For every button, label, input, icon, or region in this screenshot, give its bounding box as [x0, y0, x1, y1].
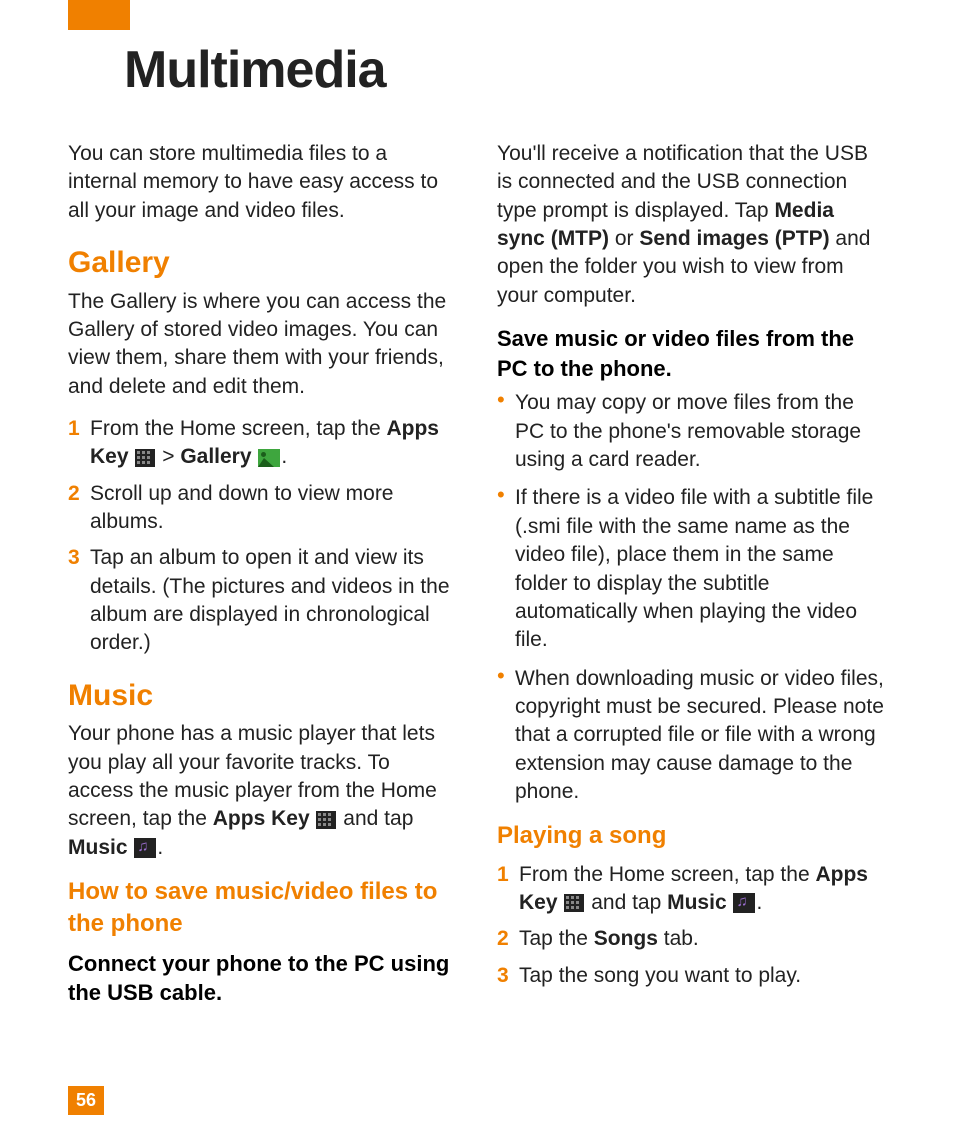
text: and tap [585, 891, 667, 914]
text: . [666, 356, 672, 381]
list-item: When downloading music or video files, c… [497, 665, 886, 807]
save-from-pc-subheading: Save music or video files from the PC to… [497, 324, 886, 383]
list-item: If there is a video file with a subtitle… [497, 484, 886, 654]
step-text: Tap an album to open it and view its det… [90, 546, 450, 654]
save-to-phone-heading: How to save music/video files to the pho… [68, 876, 457, 941]
text: and tap [337, 807, 413, 830]
step-number: 2 [68, 480, 80, 508]
step-text: Scroll up and down to view more albums. [90, 482, 394, 533]
page-number: 56 [68, 1086, 104, 1115]
gallery-steps: 1 From the Home screen, tap the Apps Key… [68, 415, 457, 658]
list-item: 2 Scroll up and down to view more albums. [68, 480, 457, 537]
step-number: 1 [68, 415, 80, 443]
gallery-label: Gallery [180, 445, 251, 468]
step-end: . [281, 445, 287, 468]
apps-icon [135, 449, 155, 467]
step-text: Tap the song you want to play. [519, 964, 801, 987]
music-intro: Your phone has a music player that lets … [68, 720, 457, 862]
list-item: 2 Tap the Songs tab. [497, 925, 886, 953]
music-icon [733, 893, 755, 913]
music-heading: Music [68, 676, 457, 717]
text: . [756, 891, 762, 914]
apps-icon [316, 811, 336, 829]
text: . [157, 836, 163, 859]
list-item: 1 From the Home screen, tap the Apps Key… [68, 415, 457, 472]
list-item: You may copy or move files from the PC t… [497, 389, 886, 474]
step-number: 1 [497, 861, 509, 889]
gallery-heading: Gallery [68, 243, 457, 284]
list-item: 1 From the Home screen, tap the Apps Key… [497, 861, 886, 918]
manual-page: Multimedia You can store multimedia file… [0, 0, 954, 1145]
text: Connect your phone to the PC using the U… [68, 951, 449, 1006]
send-images-label: Send images (PTP) [639, 227, 829, 250]
text: or [609, 227, 639, 250]
gallery-intro: The Gallery is where you can access the … [68, 288, 457, 401]
text: From the Home screen, tap the [519, 863, 815, 886]
save-bullets: You may copy or move files from the PC t… [497, 389, 886, 806]
music-icon [134, 838, 156, 858]
music-label: Music [667, 891, 727, 914]
intro-paragraph: You can store multimedia files to a inte… [68, 140, 457, 225]
accent-bar [68, 0, 130, 30]
list-item: 3 Tap the song you want to play. [497, 962, 886, 990]
playing-steps: 1 From the Home screen, tap the Apps Key… [497, 861, 886, 990]
text: Tap the [519, 927, 594, 950]
apps-icon [564, 894, 584, 912]
usb-note: You'll receive a notification that the U… [497, 140, 886, 310]
text: tab. [658, 927, 699, 950]
apps-key-label: Apps Key [213, 807, 310, 830]
step-number: 2 [497, 925, 509, 953]
text: . [216, 980, 222, 1005]
step-text: From the Home screen, tap the [90, 417, 386, 440]
gt-separator: > [156, 445, 180, 468]
songs-label: Songs [594, 927, 658, 950]
text: Save music or video files from the PC to… [497, 326, 854, 381]
music-label: Music [68, 836, 128, 859]
gallery-icon [258, 449, 280, 467]
connect-subheading: Connect your phone to the PC using the U… [68, 949, 457, 1008]
step-number: 3 [497, 962, 509, 990]
page-title: Multimedia [124, 40, 886, 100]
step-number: 3 [68, 544, 80, 572]
playing-song-heading: Playing a song [497, 820, 886, 852]
list-item: 3 Tap an album to open it and view its de… [68, 544, 457, 657]
content-columns: You can store multimedia files to a inte… [68, 140, 886, 1009]
